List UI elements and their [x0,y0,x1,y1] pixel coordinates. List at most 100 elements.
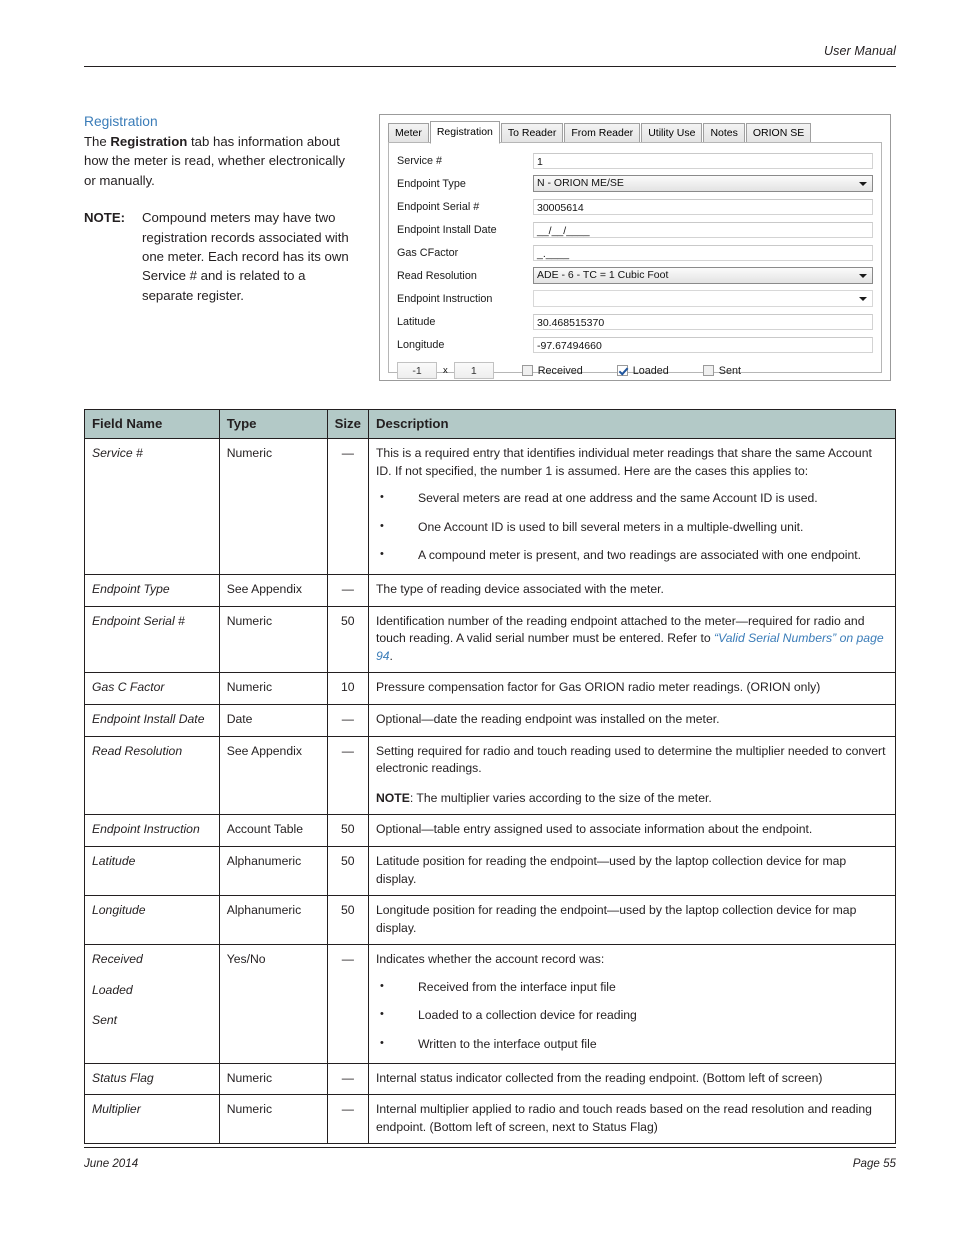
checkbox-sent[interactable]: Sent [702,365,741,377]
table-row: Status Flag Numeric — Internal status in… [84,1062,897,1096]
input-gas-cfactor[interactable]: _.____ [533,244,873,261]
desc-note: NOTE: The multiplier varies according to… [376,790,888,808]
label-latitude: Latitude [397,315,436,328]
field-name-sent: Sent [92,1013,118,1028]
select-read-resolution[interactable]: ADE - 6 - TC = 1 Cubic Foot [533,267,873,284]
cell-description: Optional—table entry assigned used to as… [367,814,897,847]
cell-field-name: Gas C Factor [84,672,220,705]
footer-rule [84,1147,896,1148]
cell-size: 50 [326,814,369,847]
checkbox-received[interactable]: Received [521,364,583,377]
select-endpoint-type[interactable]: N - ORION ME/SE [533,175,873,192]
form-row-service-number: Service # 1 [397,149,873,172]
tab-to-reader[interactable]: To Reader [500,123,564,143]
desc-intro: Optional—table entry assigned used to as… [375,822,813,837]
status-flag-value: -1 [397,362,437,379]
field-name-loaded: Loaded [92,982,133,997]
tab-notes[interactable]: Notes [703,123,745,143]
tab-meter[interactable]: Meter [388,123,429,143]
desc-bullet-list: Received from the interface input file L… [376,978,888,1054]
cell-field-name: Endpoint Install Date [84,703,220,737]
checkbox-received-label: Received [537,364,583,377]
table-row: Endpoint Instruction Account Table 50 Op… [84,814,897,847]
cell-field-name: Multiplier [84,1094,220,1145]
desc-intro: This is a required entry that identifies… [375,446,872,478]
tab-from-reader[interactable]: From Reader [564,123,641,143]
tab-registration[interactable]: Registration [429,121,500,144]
table-row: Gas C Factor Numeric 10 Pressure compens… [84,672,897,705]
table-row: Endpoint Type See Appendix — The type of… [84,573,897,607]
cell-description: Latitude position for reading the endpoi… [367,845,897,897]
select-read-resolution-value: ADE - 6 - TC = 1 Cubic Foot [537,269,669,281]
form-row-endpoint-instruction: Endpoint Instruction [397,287,873,310]
cell-size: — [326,944,369,1064]
header-title: User Manual [824,44,896,58]
table-row: Endpoint Install Date Date — Optional—da… [84,703,897,737]
chevron-down-icon [859,296,867,301]
col-header-type: Type [218,409,328,439]
multiply-sign: x [443,365,448,376]
form-row-gas-cfactor: Gas CFactor _.____ [397,241,873,264]
dialog-tabstrip: Meter Registration To Reader From Reader… [388,121,890,144]
tab-utility-use[interactable]: Utility Use [641,123,703,143]
desc-intro: Latitude position for reading the endpoi… [375,853,847,886]
cell-size: 50 [326,895,369,946]
cell-type: Date [218,703,328,737]
desc-bullet-list: Several meters are read at one address a… [376,489,888,565]
cell-description: Longitude position for reading the endpo… [367,895,897,946]
label-endpoint-type: Endpoint Type [397,177,466,190]
cell-description: Identification number of the reading end… [367,605,897,674]
input-latitude[interactable]: 30.468515370 [533,313,873,330]
note-text: Compound meters may have two registratio… [142,210,349,303]
input-service-number[interactable]: 1 [533,152,873,169]
label-gas-cfactor: Gas CFactor [397,246,459,259]
cell-field-name: Endpoint Serial # [84,605,220,674]
chevron-down-icon [859,181,867,186]
select-endpoint-instruction[interactable] [533,290,873,307]
col-header-size: Size [326,409,369,439]
cell-field-name: Read Resolution [84,735,220,816]
list-item: A compound meter is present, and two rea… [376,546,888,565]
field-reference-table: Field Name Type Size Description Service… [84,409,897,1145]
checkbox-loaded-label: Loaded [632,364,669,377]
cell-type: Yes/No [218,944,328,1064]
table-row: Endpoint Serial # Numeric 50 Identificat… [84,605,897,674]
input-longitude[interactable]: -97.67494660 [533,336,873,353]
cell-field-name: Status Flag [84,1062,220,1096]
form-row-read-resolution: Read Resolution ADE - 6 - TC = 1 Cubic F… [397,264,873,287]
registration-dialog: Meter Registration To Reader From Reader… [379,114,891,381]
input-endpoint-serial[interactable]: 30005614 [533,198,873,215]
footer-page-number: Page 55 [852,1157,896,1170]
label-endpoint-instruction: Endpoint Instruction [397,292,493,305]
cell-type: Numeric [218,672,328,705]
page-header: User Manual [84,44,896,67]
label-read-resolution: Read Resolution [397,269,477,282]
table-row: Read Resolution See Appendix — Setting r… [84,735,897,816]
tab-orion-se[interactable]: ORION SE [745,123,812,143]
form-row-longitude: Longitude -97.67494660 [397,333,873,356]
list-item: One Account ID is used to bill several m… [376,518,888,537]
cell-description: The type of reading device associated wi… [367,573,897,607]
label-endpoint-serial: Endpoint Serial # [397,200,480,213]
intro-pre: The [84,134,111,149]
cell-field-name: Latitude [84,845,220,897]
footer-text: June 2014 Page 55 [84,1157,896,1170]
checkbox-box-icon [702,365,714,376]
intro-column: Registration The Registration tab has in… [84,113,352,305]
cell-type: Alphanumeric [218,895,328,946]
desc-intro: Pressure compensation factor for Gas ORI… [375,680,821,695]
form-row-endpoint-type: Endpoint Type N - ORION ME/SE [397,172,873,195]
table-row: Multiplier Numeric — Internal multiplier… [84,1094,897,1145]
checkbox-loaded[interactable]: Loaded [616,364,669,377]
table-row: Service # Numeric — This is a required e… [84,438,897,575]
table-row: Latitude Alphanumeric 50 Latitude positi… [84,845,897,897]
note-block: NOTE: Compound meters may have two regis… [84,208,352,305]
cell-type: Numeric [218,1062,328,1096]
cell-field-name: Endpoint Instruction [84,814,220,847]
cell-type: See Appendix [218,573,328,607]
desc-intro: Optional—date the reading endpoint was i… [375,711,720,726]
cell-size: — [326,703,369,737]
input-endpoint-install-date[interactable]: __/__/____ [533,221,873,238]
table-header-row: Field Name Type Size Description [84,409,897,439]
note-label: NOTE: [84,210,126,226]
